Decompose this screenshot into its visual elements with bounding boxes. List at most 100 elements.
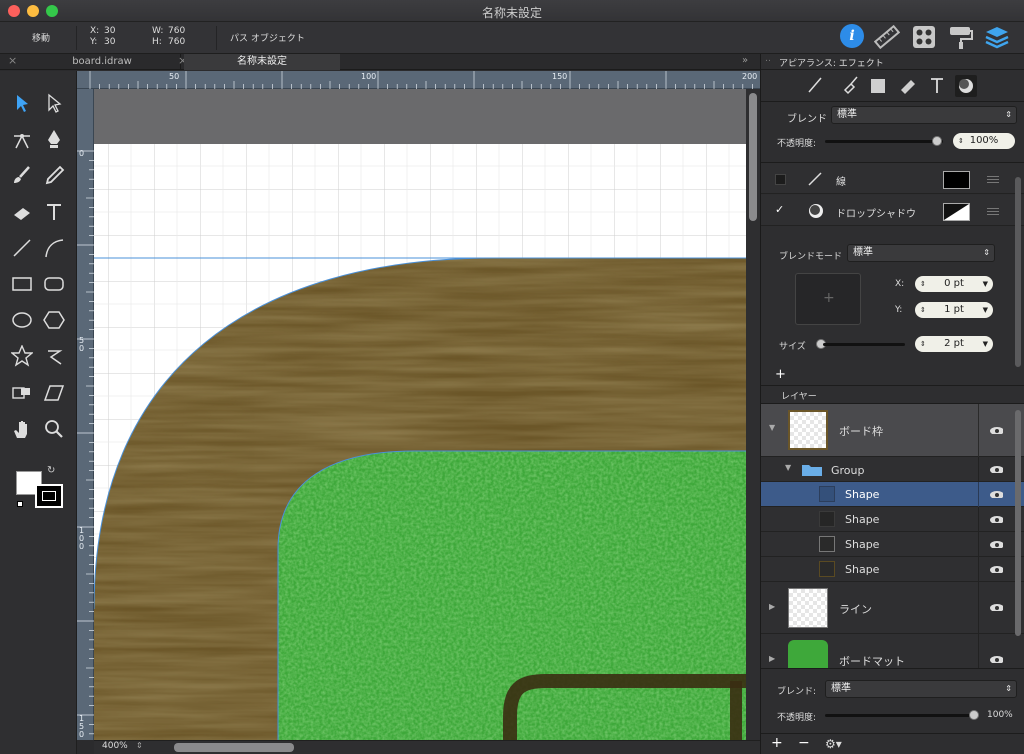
- size-label: サイズ: [779, 342, 806, 352]
- visibility-eye-icon[interactable]: [989, 565, 1003, 573]
- layer-opacity-knob[interactable]: [969, 710, 979, 720]
- visibility-eye-icon[interactable]: [989, 426, 1003, 434]
- node-tool-icon[interactable]: [8, 125, 36, 153]
- vertical-scrollbar[interactable]: [746, 89, 760, 740]
- stroke-effect-icon: [808, 77, 822, 93]
- ellipse-tool-icon[interactable]: [8, 306, 36, 334]
- layer-row[interactable]: ▼ ボード枠: [761, 404, 1024, 457]
- eraser-icon[interactable]: [8, 198, 36, 226]
- panel-title: アピアランス: エフェクト: [779, 59, 884, 69]
- blend-mode-select[interactable]: 標準 ⇕: [847, 244, 995, 262]
- visibility-eye-icon[interactable]: [989, 603, 1003, 611]
- effects-scroll-thumb[interactable]: [1015, 177, 1021, 367]
- hand-tool-icon[interactable]: [8, 415, 36, 443]
- brush-icon[interactable]: [8, 161, 36, 189]
- x-value[interactable]: 30: [104, 26, 115, 36]
- stroke-color-swatch[interactable]: [35, 484, 63, 508]
- visibility-eye-icon[interactable]: [989, 490, 1003, 498]
- opacity-field[interactable]: ⇕ 100%: [953, 133, 1015, 149]
- effect-row-shadow[interactable]: ✓ ドロップシャドウ: [761, 195, 1024, 226]
- layer-row[interactable]: ▼ Group: [761, 457, 1024, 482]
- y-value[interactable]: 30: [104, 37, 115, 47]
- ruler-icon[interactable]: [874, 24, 900, 50]
- visibility-eye-icon[interactable]: [989, 540, 1003, 548]
- horizontal-scroll-thumb[interactable]: [174, 743, 294, 752]
- spiral-tool-icon[interactable]: [40, 342, 68, 370]
- arc-tool-icon[interactable]: [40, 234, 68, 262]
- stroke-color-swatch[interactable]: [943, 171, 970, 189]
- canvas-footer: 400% ⇕: [94, 740, 760, 754]
- stroke-checkbox[interactable]: [775, 174, 786, 185]
- layer-row[interactable]: ▶ ライン: [761, 582, 1024, 634]
- shear-tool-icon[interactable]: [40, 379, 68, 407]
- pen-tool-icon[interactable]: [40, 125, 68, 153]
- shadow-x-field[interactable]: ⇕ 0 pt ▼: [915, 276, 993, 292]
- zoom-level[interactable]: 400%: [102, 741, 128, 751]
- title-bar: 名称未設定: [0, 0, 1024, 22]
- vertical-scroll-thumb[interactable]: [749, 93, 757, 221]
- drag-handle-icon[interactable]: [987, 208, 999, 209]
- y-label: Y:: [90, 37, 98, 47]
- layers-icon[interactable]: [984, 25, 1010, 49]
- layer-opacity-slider[interactable]: [825, 714, 975, 717]
- h-value[interactable]: 760: [168, 37, 185, 47]
- rounded-rectangle-icon[interactable]: [40, 270, 68, 298]
- mask-tool-icon[interactable]: [8, 379, 36, 407]
- shadow-offset-pad[interactable]: +: [795, 273, 861, 325]
- blend-select[interactable]: 標準 ⇕: [831, 106, 1017, 124]
- direct-selection-icon[interactable]: [40, 89, 68, 117]
- add-layer-button[interactable]: +: [771, 735, 783, 751]
- artwork[interactable]: [94, 89, 746, 740]
- default-colors-icon[interactable]: [17, 501, 23, 507]
- opacity-slider-knob[interactable]: [932, 136, 942, 146]
- visibility-eye-icon[interactable]: [989, 465, 1003, 473]
- layer-blend-select[interactable]: 標準 ⇕: [825, 680, 1017, 698]
- star-tool-icon[interactable]: [8, 342, 36, 370]
- drawing-canvas[interactable]: [94, 89, 746, 740]
- layers-scroll-thumb[interactable]: [1015, 410, 1021, 636]
- size-field[interactable]: ⇕ 2 pt ▼: [915, 336, 993, 352]
- pencil-icon[interactable]: [40, 161, 68, 189]
- line-tool-icon[interactable]: [8, 234, 36, 262]
- layers-title: レイヤー: [781, 392, 817, 402]
- grid-tiles-icon[interactable]: [912, 25, 936, 49]
- text-tool-icon[interactable]: [40, 198, 68, 226]
- paint-roller-icon[interactable]: [948, 25, 974, 49]
- layer-name: Shape: [845, 538, 880, 551]
- layer-row[interactable]: Shape: [761, 557, 1024, 582]
- effect-row-stroke[interactable]: 線: [761, 163, 1024, 194]
- drag-handle-icon[interactable]: [987, 176, 999, 177]
- close-tab-icon[interactable]: ×: [8, 54, 17, 67]
- disclosure-triangle-icon[interactable]: ▶: [769, 602, 775, 611]
- layer-row[interactable]: Shape: [761, 532, 1024, 557]
- tab-untitled[interactable]: 名称未設定: [184, 54, 340, 70]
- opacity-slider[interactable]: [825, 140, 943, 143]
- ruler-top-label: 100: [361, 72, 377, 81]
- selection-arrow-icon[interactable]: [8, 89, 36, 117]
- layer-settings-gear-icon[interactable]: ⚙▾: [825, 737, 842, 751]
- disclosure-triangle-icon[interactable]: ▶: [769, 654, 775, 663]
- swap-colors-icon[interactable]: ↻: [47, 465, 55, 476]
- shadow-color-swatch[interactable]: [943, 203, 970, 221]
- shadow-y-field[interactable]: ⇕ 1 pt ▼: [915, 302, 993, 318]
- visibility-eye-icon[interactable]: [989, 515, 1003, 523]
- visibility-eye-icon[interactable]: [989, 655, 1003, 663]
- w-value[interactable]: 760: [168, 26, 185, 36]
- layer-row-selected[interactable]: Shape: [761, 482, 1024, 507]
- disclosure-triangle-icon[interactable]: ▼: [785, 463, 791, 472]
- tab-overflow-icon[interactable]: »: [742, 55, 748, 66]
- zoom-tool-icon[interactable]: [40, 415, 68, 443]
- tab-board[interactable]: board.idraw: [22, 54, 182, 70]
- select-arrows-icon: ⇕: [1005, 684, 1012, 693]
- shadow-checkbox[interactable]: ✓: [775, 204, 786, 216]
- size-slider[interactable]: [823, 343, 905, 346]
- zoom-stepper-icon[interactable]: ⇕: [136, 741, 143, 750]
- add-effect-button[interactable]: +: [775, 367, 786, 382]
- remove-layer-button[interactable]: −: [798, 735, 810, 751]
- ruler-left-label: 1 0 0: [79, 526, 85, 551]
- polygon-tool-icon[interactable]: [40, 306, 68, 334]
- disclosure-triangle-icon[interactable]: ▼: [769, 423, 775, 432]
- rectangle-tool-icon[interactable]: [8, 270, 36, 298]
- info-icon[interactable]: i: [840, 24, 864, 48]
- layer-row[interactable]: Shape: [761, 507, 1024, 532]
